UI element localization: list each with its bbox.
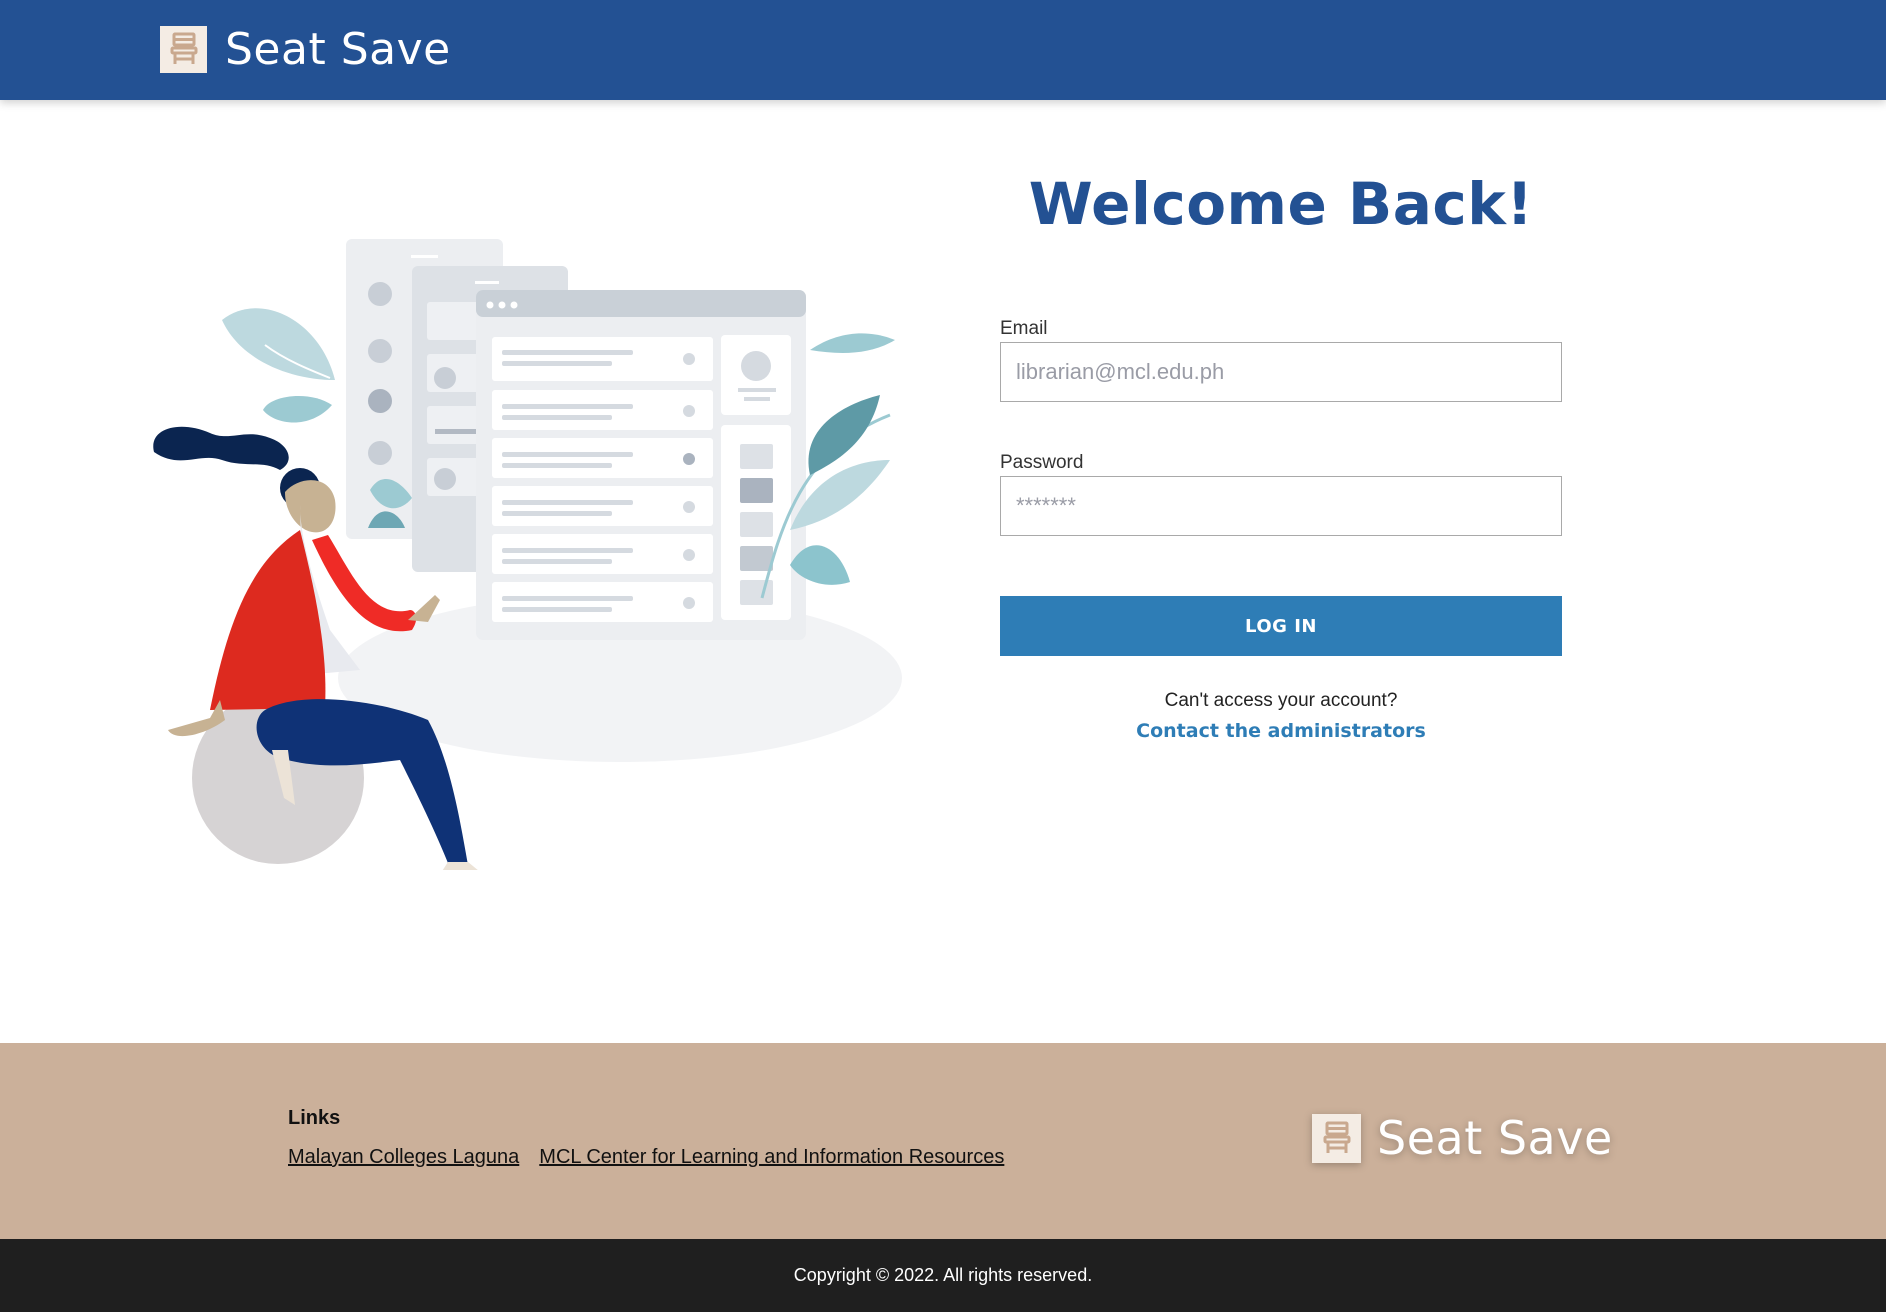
email-label: Email xyxy=(1000,318,1048,339)
password-label: Password xyxy=(1000,452,1084,473)
login-form: Welcome Back! Email Password LOG IN Can'… xyxy=(1000,170,1562,742)
footer-link-mcl-center-for-learning[interactable]: MCL Center for Learning and Information … xyxy=(539,1146,1004,1169)
footer-links: Malayan Colleges Laguna MCL Center for L… xyxy=(288,1146,1004,1169)
email-input[interactable] xyxy=(1000,342,1562,402)
chair-icon xyxy=(1312,1113,1361,1163)
contact-administrators-link[interactable]: Contact the administrators xyxy=(1136,720,1426,742)
copyright-text: Copyright © 2022. All rights reserved. xyxy=(793,1265,1093,1285)
brand-name: Seat Save xyxy=(225,23,451,75)
footer-brand: Seat Save xyxy=(1312,1111,1613,1165)
contact-row: Contact the administrators xyxy=(1000,720,1562,742)
footer-link-malayan-colleges-laguna[interactable]: Malayan Colleges Laguna xyxy=(288,1146,519,1169)
links-heading: Links xyxy=(288,1107,341,1129)
brand-home-link[interactable]: Seat Save xyxy=(160,23,451,75)
login-button[interactable]: LOG IN xyxy=(1000,596,1562,656)
footer: Links Malayan Colleges Laguna MCL Center… xyxy=(0,1043,1886,1239)
top-navbar: Seat Save xyxy=(0,0,1886,100)
help-text: Can't access your account? xyxy=(1164,690,1398,711)
copyright-bar: Copyright © 2022. All rights reserved. xyxy=(0,1239,1886,1312)
page-title: Welcome Back! xyxy=(1028,170,1534,238)
chair-icon xyxy=(160,25,207,73)
login-illustration xyxy=(150,230,910,882)
password-input[interactable] xyxy=(1000,476,1562,536)
footer-brand-name: Seat Save xyxy=(1377,1111,1613,1165)
